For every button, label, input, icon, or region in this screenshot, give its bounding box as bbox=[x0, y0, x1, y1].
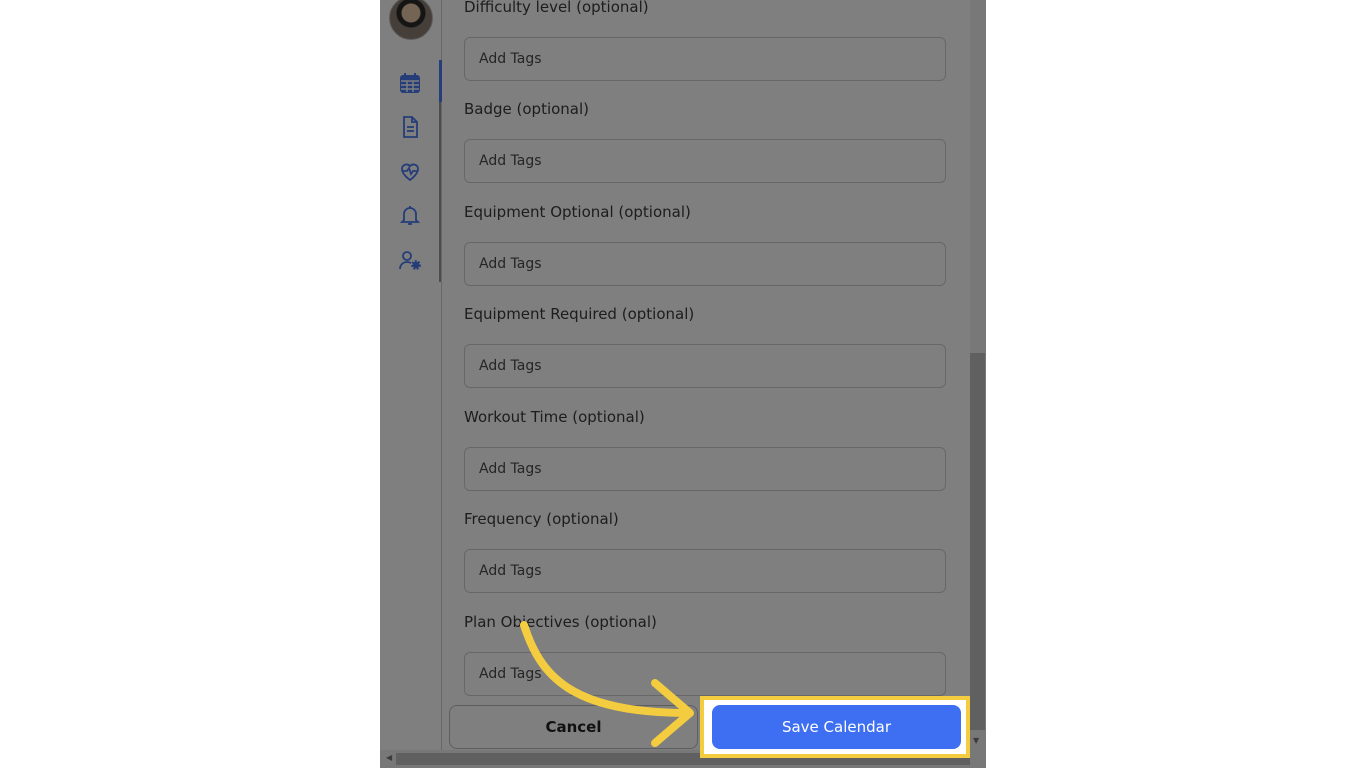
field-label-frequency: Frequency (optional) bbox=[464, 510, 619, 528]
vertical-scrollbar-thumb[interactable] bbox=[970, 353, 985, 730]
sidebar bbox=[380, 0, 440, 768]
equipment-optional-tags-input[interactable] bbox=[464, 242, 946, 286]
field-label-equipment-optional: Equipment Optional (optional) bbox=[464, 203, 691, 221]
sidebar-divider bbox=[441, 0, 442, 768]
save-calendar-button[interactable]: Save Calendar bbox=[712, 705, 961, 749]
badge-tags-input[interactable] bbox=[464, 139, 946, 183]
sidebar-track bbox=[439, 102, 441, 282]
field-label-plan-objectives: Plan Objectives (optional) bbox=[464, 613, 657, 631]
document-icon[interactable] bbox=[396, 113, 424, 141]
field-label-equipment-required: Equipment Required (optional) bbox=[464, 305, 695, 323]
field-label-workout-time: Workout Time (optional) bbox=[464, 408, 645, 426]
plan-objectives-tags-input[interactable] bbox=[464, 652, 946, 696]
user-settings-icon[interactable] bbox=[396, 246, 424, 274]
tags-form: Difficulty level (optional) Badge (optio… bbox=[464, 0, 954, 768]
avatar[interactable] bbox=[389, 0, 433, 40]
app-frame: Difficulty level (optional) Badge (optio… bbox=[380, 0, 986, 768]
equipment-required-tags-input[interactable] bbox=[464, 344, 946, 388]
heart-pulse-icon[interactable] bbox=[396, 157, 424, 185]
frequency-tags-input[interactable] bbox=[464, 549, 946, 593]
calendar-icon[interactable] bbox=[396, 69, 424, 97]
bell-icon[interactable] bbox=[396, 201, 424, 229]
difficulty-tags-input[interactable] bbox=[464, 37, 946, 81]
field-label-badge: Badge (optional) bbox=[464, 100, 590, 118]
scroll-left-arrow-icon[interactable]: ◀ bbox=[386, 753, 392, 762]
field-label-difficulty: Difficulty level (optional) bbox=[464, 0, 649, 16]
workout-time-tags-input[interactable] bbox=[464, 447, 946, 491]
scroll-down-arrow-icon[interactable]: ▼ bbox=[973, 736, 979, 745]
cancel-button[interactable]: Cancel bbox=[449, 705, 698, 749]
sidebar-active-indicator bbox=[439, 60, 442, 102]
